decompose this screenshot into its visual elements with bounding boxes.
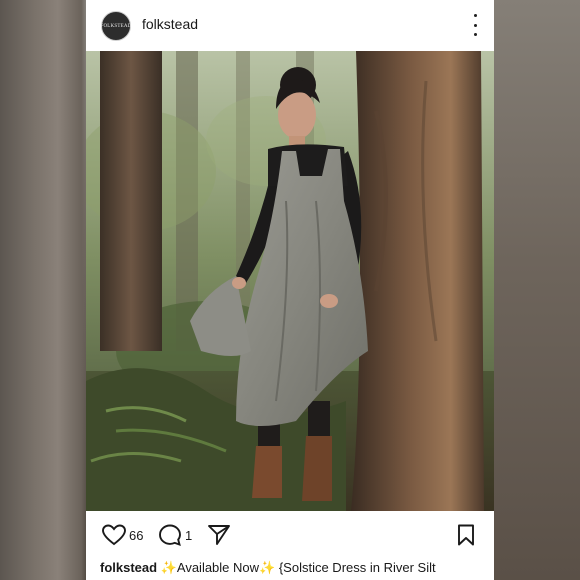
post-header: FOLKSTEAD folkstead — [86, 0, 494, 50]
post-username[interactable]: folkstead — [142, 16, 198, 32]
caption-text: ✨Available Now✨ {Solstice Dress in River… — [160, 560, 436, 575]
comment-icon — [159, 524, 181, 546]
post-photo[interactable] — [86, 51, 494, 511]
share-button[interactable] — [207, 524, 231, 546]
post-caption: folkstead ✨Available Now✨ {Solstice Dres… — [100, 560, 490, 576]
post-actions: 66 1 — [86, 520, 494, 552]
like-count: 66 — [129, 527, 144, 543]
avatar-logo-text: FOLKSTEAD — [100, 23, 132, 29]
like-button[interactable]: 66 — [102, 524, 143, 546]
bookmark-icon — [458, 524, 474, 546]
caption-username[interactable]: folkstead — [100, 560, 157, 575]
more-vertical-icon[interactable] — [468, 14, 482, 36]
heart-icon — [102, 524, 126, 546]
save-button[interactable] — [456, 524, 476, 546]
forest-photo-illustration — [86, 51, 494, 511]
comment-button[interactable]: 1 — [158, 524, 192, 546]
comment-count: 1 — [185, 527, 193, 543]
post-card: FOLKSTEAD folkstead 66 1 folkstead ✨Avai… — [86, 0, 494, 580]
avatar[interactable]: FOLKSTEAD — [101, 11, 131, 41]
send-icon — [208, 525, 230, 545]
